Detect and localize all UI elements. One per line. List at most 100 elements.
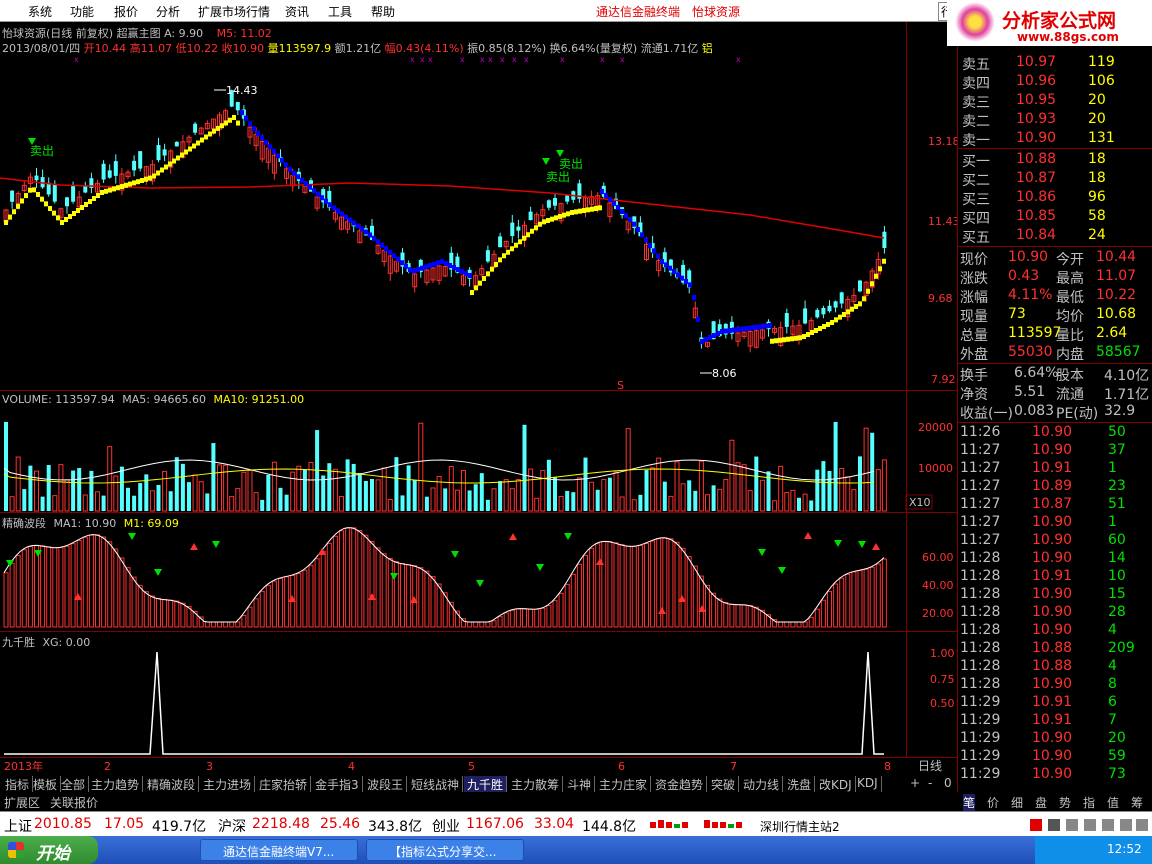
trend-band-block [514,242,518,248]
wave-bar [881,558,887,628]
quote-tab-5[interactable]: 指 [1083,794,1095,811]
tab-indicator-12[interactable]: 斗神 [564,776,596,792]
tab-indicator-19[interactable]: KDJ [854,776,882,792]
quote-tab-2[interactable]: 细 [1011,794,1023,811]
bid-row-5: 买五 10.84 24 [958,227,1152,246]
quote-tab-7[interactable]: 筹 [1131,794,1143,811]
trend-band-block [328,202,332,208]
quote-bottom-tabs: 笔价细盘势指值筹 [957,793,1152,811]
volume-bar [778,465,784,512]
trend-band-block [252,126,256,132]
ask-label: 卖二 [962,114,990,130]
stat-value: 4.11% [1008,287,1053,303]
menu-item-quote[interactable]: 报价 [114,3,138,20]
tick-price: 10.88 [1032,658,1073,674]
quote-tab-6[interactable]: 值 [1107,794,1119,811]
taskbar-app-tdx[interactable]: 通达信金融终端V7... [200,839,358,861]
volume-bar [260,499,265,511]
quote-tab-0[interactable]: 笔 [963,794,976,811]
tab-indicator-11[interactable]: 主力散筹 [508,776,564,792]
wave-bar [644,543,649,628]
period-label[interactable]: 日线 [918,759,942,773]
trend-band-block [502,253,506,259]
tick-time: 11:28 [960,604,1001,620]
tick-row-4: 11:27 10.87 51 [958,496,1152,515]
zoom-out-button[interactable]: - [928,776,932,790]
trend-band-block [456,267,460,272]
tab-indicator-7[interactable]: 金手指3 [312,776,363,792]
tick-row-6: 11:27 10.90 60 [958,532,1152,551]
menu-item-system[interactable]: 系统 [28,3,52,20]
trend-band-block [256,130,260,136]
start-button[interactable]: 开始 [0,836,98,864]
tab-indicator-2[interactable]: 全部 [58,776,90,792]
tick-price: 10.90 [1032,442,1073,458]
wave-bar [601,541,607,628]
tab-related-quote[interactable]: 关联报价 [50,794,98,811]
zoom-reset-button[interactable]: 0 [944,776,952,790]
tab-indicator-13[interactable]: 主力庄家 [596,776,652,792]
trend-band-block [570,210,574,215]
volume-bar [375,479,381,512]
tick-row-11: 11:28 10.90 4 [958,622,1152,641]
price-tick-3: 9.68 [928,292,953,305]
volume-bar [613,471,619,512]
tab-indicator-8[interactable]: 波段王 [364,776,408,792]
tab-indicator-6[interactable]: 庄家抬轿 [256,776,312,792]
trend-band-block [180,152,184,158]
tab-indicator-5[interactable]: 主力进场 [200,776,256,792]
wave-bar [692,565,698,628]
trend-band-block [212,128,216,134]
candle-body [132,160,137,171]
volume-bar [540,469,546,512]
tab-indicator-9[interactable]: 短线战神 [408,776,464,792]
trend-band-block [790,336,794,342]
tab-indicator-17[interactable]: 洗盘 [784,776,816,792]
trend-band-block [574,209,578,215]
tick-price: 10.90 [1032,748,1073,764]
trend-band-block [822,324,826,329]
quote-tab-4[interactable]: 势 [1059,794,1071,811]
tab-indicator-15[interactable]: 突破 [708,776,740,792]
sell-arrow-icon [536,564,544,571]
trend-band-block [352,220,356,226]
volume-bar [491,488,497,512]
menu-item-extended-market[interactable]: 扩展市场行情 [198,3,270,20]
quote-tab-1[interactable]: 价 [987,794,999,811]
volume-bar [571,492,576,511]
zoom-in-button[interactable]: + [910,776,920,790]
trend-band-block [594,206,598,211]
tab-indicator-18[interactable]: 改KDJ [816,776,856,792]
tab-indicator-4[interactable]: 精确波段 [144,776,200,792]
volume-bar [187,482,191,511]
tab-indicator-10[interactable]: 九千胜 [464,776,508,792]
tab-indicator-3[interactable]: 主力趋势 [88,776,144,792]
menu-item-news[interactable]: 资讯 [285,3,309,20]
quote-tab-3[interactable]: 盘 [1035,794,1047,811]
trend-band-block [676,272,680,278]
close-icon [1136,819,1148,831]
trend-band-block [136,179,140,185]
tab-indicator-16[interactable]: 动力线 [740,776,784,792]
candle-body [10,190,15,202]
trend-band-block [752,325,756,330]
trend-band-block [160,167,164,173]
candle-body [174,141,179,147]
menu-item-analysis[interactable]: 分析 [156,3,180,20]
trend-band-block [248,121,252,127]
volume-bar [833,421,838,511]
wave-bar [284,576,290,628]
tab-extension-area[interactable]: 扩展区 [4,794,40,811]
start-label: 开始 [36,844,70,864]
tab-indicator-0[interactable]: 指标 [2,776,34,792]
tab-indicator-14[interactable]: 资金趋势 [652,776,708,792]
menu-item-help[interactable]: 帮助 [371,3,395,20]
candle-body [553,198,557,206]
menu-item-function[interactable]: 功能 [70,3,94,20]
tab-indicator-1[interactable]: 模板 [30,776,62,792]
menu-item-tools[interactable]: 工具 [328,3,352,20]
server-name[interactable]: 深圳行情主站2 [760,818,840,835]
wave-bar [40,545,46,628]
taskbar-app-browser[interactable]: 【指标公式分享交... [366,839,524,861]
volume-bar [162,470,168,512]
